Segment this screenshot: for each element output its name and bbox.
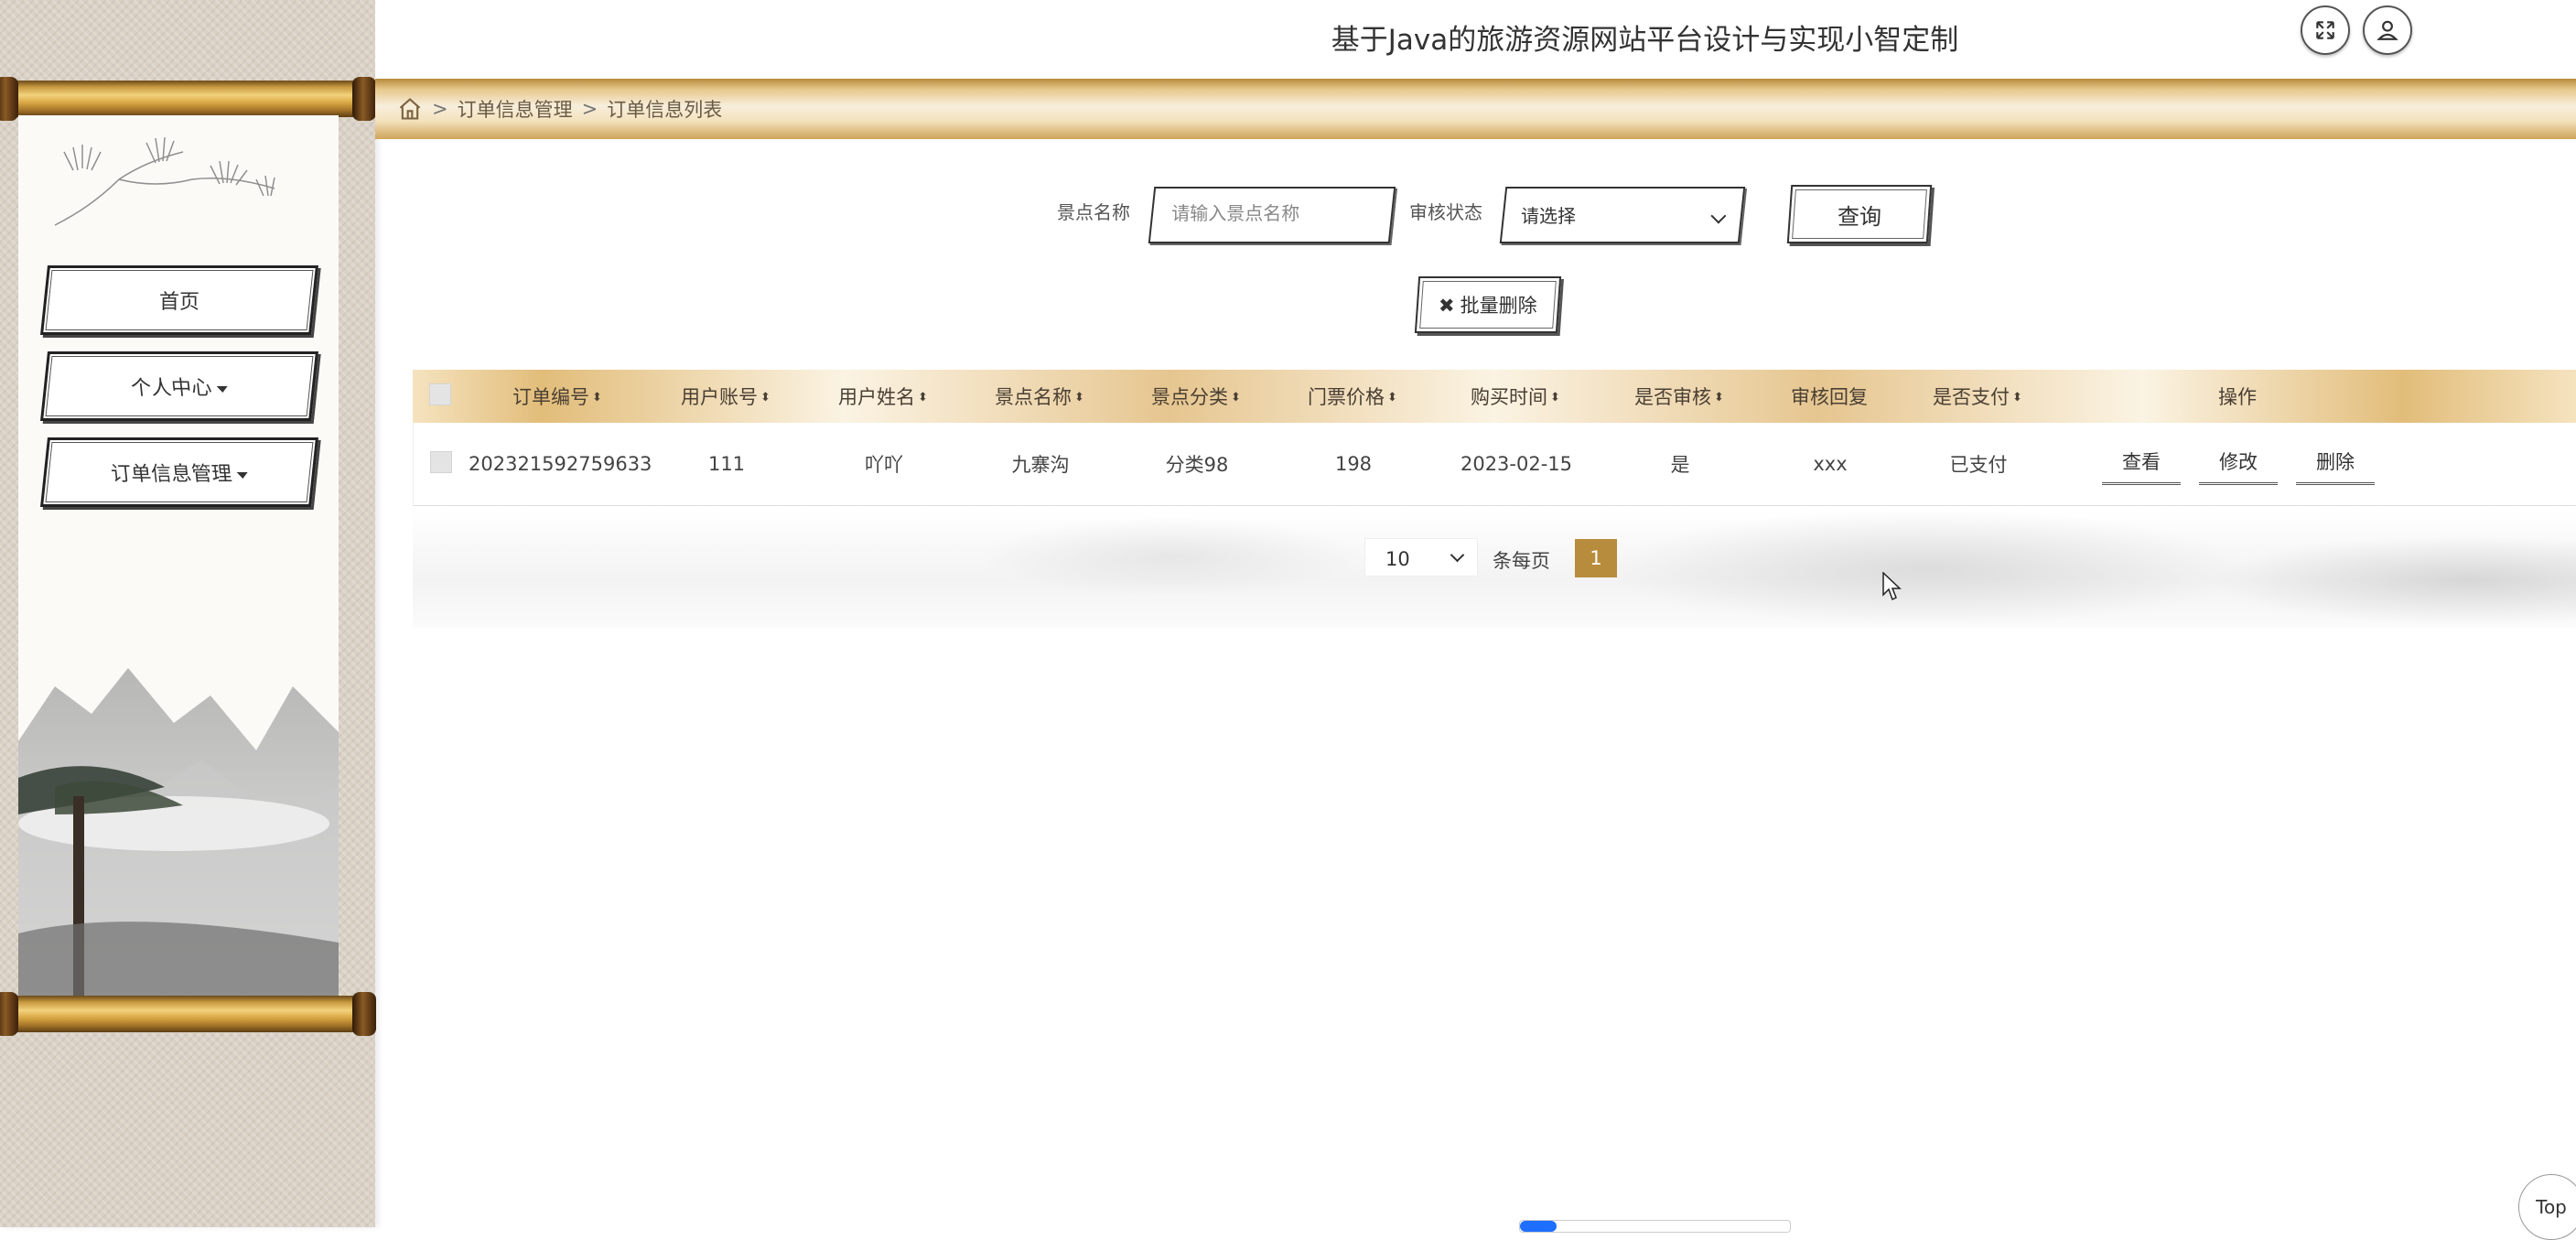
- user-menu-button[interactable]: [2363, 5, 2412, 55]
- column-header-actions: 操作: [2218, 386, 2257, 408]
- cell-reply: xxx: [1813, 453, 1848, 475]
- cell-paid: 已支付: [1949, 454, 2008, 476]
- sort-icon: ⬍: [1550, 391, 1560, 404]
- sort-icon: ⬍: [1714, 391, 1724, 404]
- column-header-account[interactable]: 用户账号 ⬍: [647, 383, 804, 410]
- scroll-rod-bottom: [0, 992, 376, 1036]
- breadcrumb-item-order-management[interactable]: 订单信息管理: [458, 95, 573, 123]
- column-header-paid[interactable]: 是否支付 ⬍: [1901, 383, 2054, 410]
- batch-delete-label: 批量删除: [1460, 295, 1537, 317]
- chevron-down-icon: [1450, 547, 1465, 563]
- fullscreen-button[interactable]: [2301, 5, 2350, 55]
- scroll-rod-top: [0, 77, 376, 121]
- breadcrumb-separator: >: [581, 98, 598, 120]
- sidebar-item-label: 订单信息管理: [109, 463, 233, 486]
- back-to-top-button[interactable]: Top: [2518, 1174, 2576, 1240]
- caret-down-icon: [236, 471, 249, 479]
- spot-name-label: 景点名称: [1057, 201, 1130, 223]
- pine-branch-illustration: [54, 136, 275, 226]
- sidebar-item-order-management[interactable]: 订单信息管理: [40, 437, 318, 507]
- top-bar: 基于Java的旅游资源网站平台设计与实现小智定制: [375, 0, 2576, 79]
- home-icon[interactable]: [397, 96, 423, 122]
- sort-icon: ⬍: [1074, 391, 1084, 404]
- breadcrumb-separator: >: [432, 98, 448, 120]
- cell-spot-name: 九寨沟: [1011, 454, 1070, 476]
- close-icon: ✖: [1439, 295, 1455, 317]
- table-header: 订单编号 ⬍ 用户账号 ⬍ 用户姓名 ⬍ 景点名称 ⬍ 景点分类 ⬍ 门票价格 ⬍ 购买时间…: [413, 370, 2576, 423]
- column-header-reply: 审核回复: [1791, 386, 1868, 408]
- spot-name-box: [1148, 187, 1396, 243]
- order-table: 订单编号 ⬍ 用户账号 ⬍ 用户姓名 ⬍ 景点名称 ⬍ 景点分类 ⬍ 门票价格 ⬍ 购买时间…: [413, 370, 2576, 506]
- cell-user-name: 吖吖: [865, 454, 903, 476]
- spot-name-input[interactable]: [1169, 201, 1364, 225]
- delete-button[interactable]: 删除: [2296, 443, 2375, 485]
- query-button-label: 查询: [1838, 203, 1881, 230]
- column-header-audited[interactable]: 是否审核 ⬍: [1601, 383, 1758, 410]
- cell-order-no: 202321592759633: [469, 453, 652, 475]
- sort-icon: ⬍: [592, 391, 602, 404]
- breadcrumb: > 订单信息管理 > 订单信息列表: [397, 95, 722, 123]
- sort-icon: ⬍: [918, 391, 928, 404]
- scroll-paper: [18, 115, 339, 997]
- row-checkbox[interactable]: [430, 450, 452, 473]
- sort-icon: ⬍: [2012, 391, 2022, 404]
- view-button[interactable]: 查看: [2102, 443, 2181, 485]
- table-row: 202321592759633 111 吖吖 九寨沟 分类98 198 2023…: [413, 423, 2576, 506]
- audit-status-select[interactable]: 请选择: [1499, 187, 1746, 243]
- page-size-value: 10: [1385, 548, 1410, 570]
- sort-icon: ⬍: [1387, 391, 1397, 404]
- sort-icon: ⬍: [760, 391, 771, 404]
- app-title: 基于Java的旅游资源网站平台设计与实现小智定制: [1331, 24, 1959, 57]
- sidebar: 首页 个人中心 订单信息管理: [0, 0, 376, 1227]
- cell-buy-time: 2023-02-15: [1460, 453, 1573, 475]
- sidebar-item-label: 首页: [158, 291, 199, 314]
- sidebar-item-personal-center[interactable]: 个人中心: [40, 351, 318, 421]
- user-icon: [2377, 20, 2398, 40]
- column-header-spot-name[interactable]: 景点名称 ⬍: [962, 383, 1117, 410]
- edit-button[interactable]: 修改: [2199, 443, 2278, 485]
- caret-down-icon: [216, 385, 229, 393]
- audit-status-value: 请选择: [1521, 205, 1577, 227]
- column-header-buy-time[interactable]: 购买时间 ⬍: [1430, 383, 1601, 410]
- horizontal-scrollbar[interactable]: [1519, 1220, 1791, 1233]
- sort-icon: ⬍: [1231, 391, 1241, 404]
- cell-account: 111: [707, 453, 746, 475]
- chevron-down-icon: [1710, 208, 1727, 224]
- expand-icon: [2316, 21, 2334, 39]
- select-all-checkbox[interactable]: [429, 383, 451, 405]
- page-size-select[interactable]: 10: [1364, 538, 1478, 577]
- column-header-price[interactable]: 门票价格 ⬍: [1275, 383, 1430, 410]
- sidebar-item-label: 个人中心: [129, 377, 213, 400]
- sidebar-item-home[interactable]: 首页: [40, 265, 318, 335]
- query-button[interactable]: 查询: [1786, 185, 1933, 243]
- cell-actions: 查看 修改 删除: [2055, 443, 2421, 485]
- breadcrumb-item-order-list: 订单信息列表: [607, 99, 723, 121]
- mountain-pine-landscape: [18, 668, 339, 997]
- batch-delete-button[interactable]: ✖ 批量删除: [1414, 276, 1562, 333]
- column-header-order-no[interactable]: 订单编号 ⬍: [468, 383, 647, 410]
- breadcrumb-bar: > 订单信息管理 > 订单信息列表: [375, 79, 2576, 139]
- mouse-cursor-icon: [1882, 572, 1902, 601]
- audit-status-label: 审核状态: [1409, 201, 1482, 223]
- per-page-label: 条每页: [1493, 550, 1550, 572]
- scrollbar-thumb[interactable]: [1520, 1221, 1557, 1232]
- column-header-category[interactable]: 景点分类 ⬍: [1117, 383, 1275, 410]
- page-button-current[interactable]: 1: [1575, 539, 1617, 577]
- cell-audited: 是: [1670, 454, 1690, 476]
- column-header-user-name[interactable]: 用户姓名 ⬍: [804, 383, 962, 410]
- cell-category: 分类98: [1165, 454, 1229, 476]
- cell-price: 198: [1334, 453, 1373, 475]
